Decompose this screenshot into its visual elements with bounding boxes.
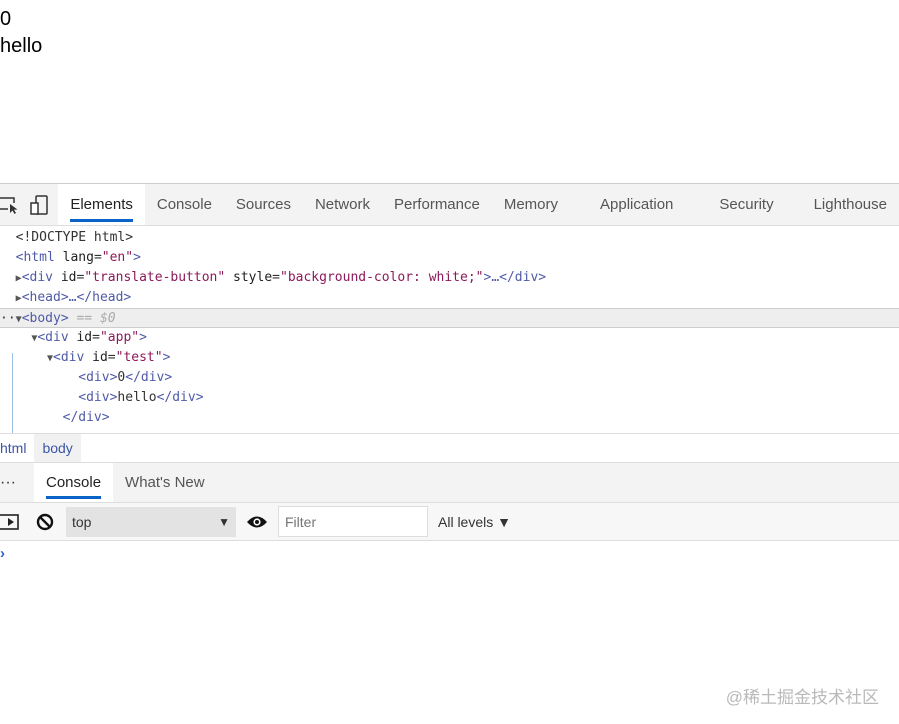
tab-memory[interactable]: Memory (492, 184, 588, 225)
device-toolbar-icon[interactable] (20, 184, 58, 225)
log-levels-dropdown[interactable]: All levels ▼ (438, 514, 511, 530)
dom-node-div-hello[interactable]: <div>hello</div> (0, 388, 899, 408)
attr-value: "translate-button" (84, 270, 226, 285)
attr-value: "app" (99, 330, 140, 345)
dom-node-app[interactable]: ▼<div id="app"> (0, 328, 899, 348)
tab-network[interactable]: Network (303, 184, 382, 225)
watermark: @稀土掘金技术社区 (725, 688, 879, 707)
context-select[interactable]: top ▼ (66, 506, 236, 537)
breadcrumb: html body (0, 433, 899, 463)
devtools-panel: Elements Console Sources Network Perform… (0, 183, 899, 724)
dom-node-translate-button[interactable]: ▶<div id="translate-button" style="backg… (0, 268, 899, 288)
tab-application[interactable]: Application (588, 184, 707, 225)
tag: <body> (21, 311, 69, 326)
tab-label: Performance (393, 196, 480, 213)
tab-performance[interactable]: Performance (382, 184, 492, 225)
page-line-hello: hello (0, 35, 43, 57)
tab-lighthouse[interactable]: Lighthouse (802, 184, 899, 225)
tab-label: Security (719, 196, 774, 213)
doctype-text: <!DOCTYPE html> (15, 230, 134, 245)
selected-marker: == $0 (76, 311, 116, 326)
breadcrumb-body[interactable]: body (34, 434, 81, 462)
dom-node-head[interactable]: ▶<head>…</head> (0, 288, 899, 308)
clear-console-icon[interactable] (30, 513, 60, 531)
drawer-tab-console[interactable]: Console (34, 463, 114, 502)
tab-label: Console (156, 196, 212, 213)
tab-label: Elements (70, 196, 133, 213)
tab-elements[interactable]: Elements (58, 184, 145, 225)
attr-value: "en" (101, 250, 134, 265)
filter-input[interactable] (278, 506, 428, 537)
tab-label: Console (46, 474, 102, 491)
tab-console[interactable]: Console (145, 184, 224, 225)
dom-node-body-selected[interactable]: ··▼<body> == $0 (0, 308, 899, 328)
console-prompt[interactable]: › (0, 541, 899, 562)
tag-close: >…</div> (483, 270, 547, 285)
tab-label: What's New (125, 474, 205, 491)
console-toolbar: top ▼ All levels ▼ (0, 503, 899, 541)
drawer-tab-whats-new[interactable]: What's New (113, 463, 217, 502)
tab-label: Network (314, 196, 370, 213)
dom-node-close-div[interactable]: </div> (0, 408, 899, 428)
dom-node-doctype[interactable]: <!DOCTYPE html> (0, 228, 899, 248)
dom-node-div-0[interactable]: <div>0</div> (0, 368, 899, 388)
dom-node-test[interactable]: ▼<div id="test"> (0, 348, 899, 368)
breadcrumb-html[interactable]: html (0, 434, 34, 462)
tab-label: Application (600, 196, 674, 213)
context-value: top (72, 513, 92, 530)
live-expression-eye-icon[interactable] (236, 515, 278, 529)
dropdown-arrow-icon: ▼ (218, 514, 230, 529)
devtools-tabbar: Elements Console Sources Network Perform… (0, 184, 899, 226)
tab-sources[interactable]: Sources (224, 184, 303, 225)
drawer-tabbar: ··· Console What's New (0, 463, 899, 503)
attr-value: "background-color: white;" (280, 270, 484, 285)
tag: <div (21, 270, 53, 285)
more-tools-icon[interactable]: ··· (0, 463, 34, 502)
text-node: hello (117, 390, 157, 405)
attr-value: "test" (115, 350, 163, 365)
show-sidebar-icon[interactable] (0, 513, 30, 531)
page-line-0: 0 (0, 8, 12, 30)
tab-label: Memory (503, 196, 559, 213)
dom-node-html[interactable]: <html lang="en"> (0, 248, 899, 268)
inspect-element-icon[interactable] (0, 184, 20, 225)
tab-label: Lighthouse (813, 196, 887, 213)
page-content: 0 hello (0, 6, 42, 60)
tab-label: Sources (235, 196, 291, 213)
tab-security[interactable]: Security (707, 184, 801, 225)
tag: <head>…</head> (21, 290, 132, 305)
dom-tree: <!DOCTYPE html> <html lang="en"> ▶<div i… (0, 228, 899, 433)
tag: <html (15, 250, 55, 265)
attr-name: lang (62, 250, 94, 265)
